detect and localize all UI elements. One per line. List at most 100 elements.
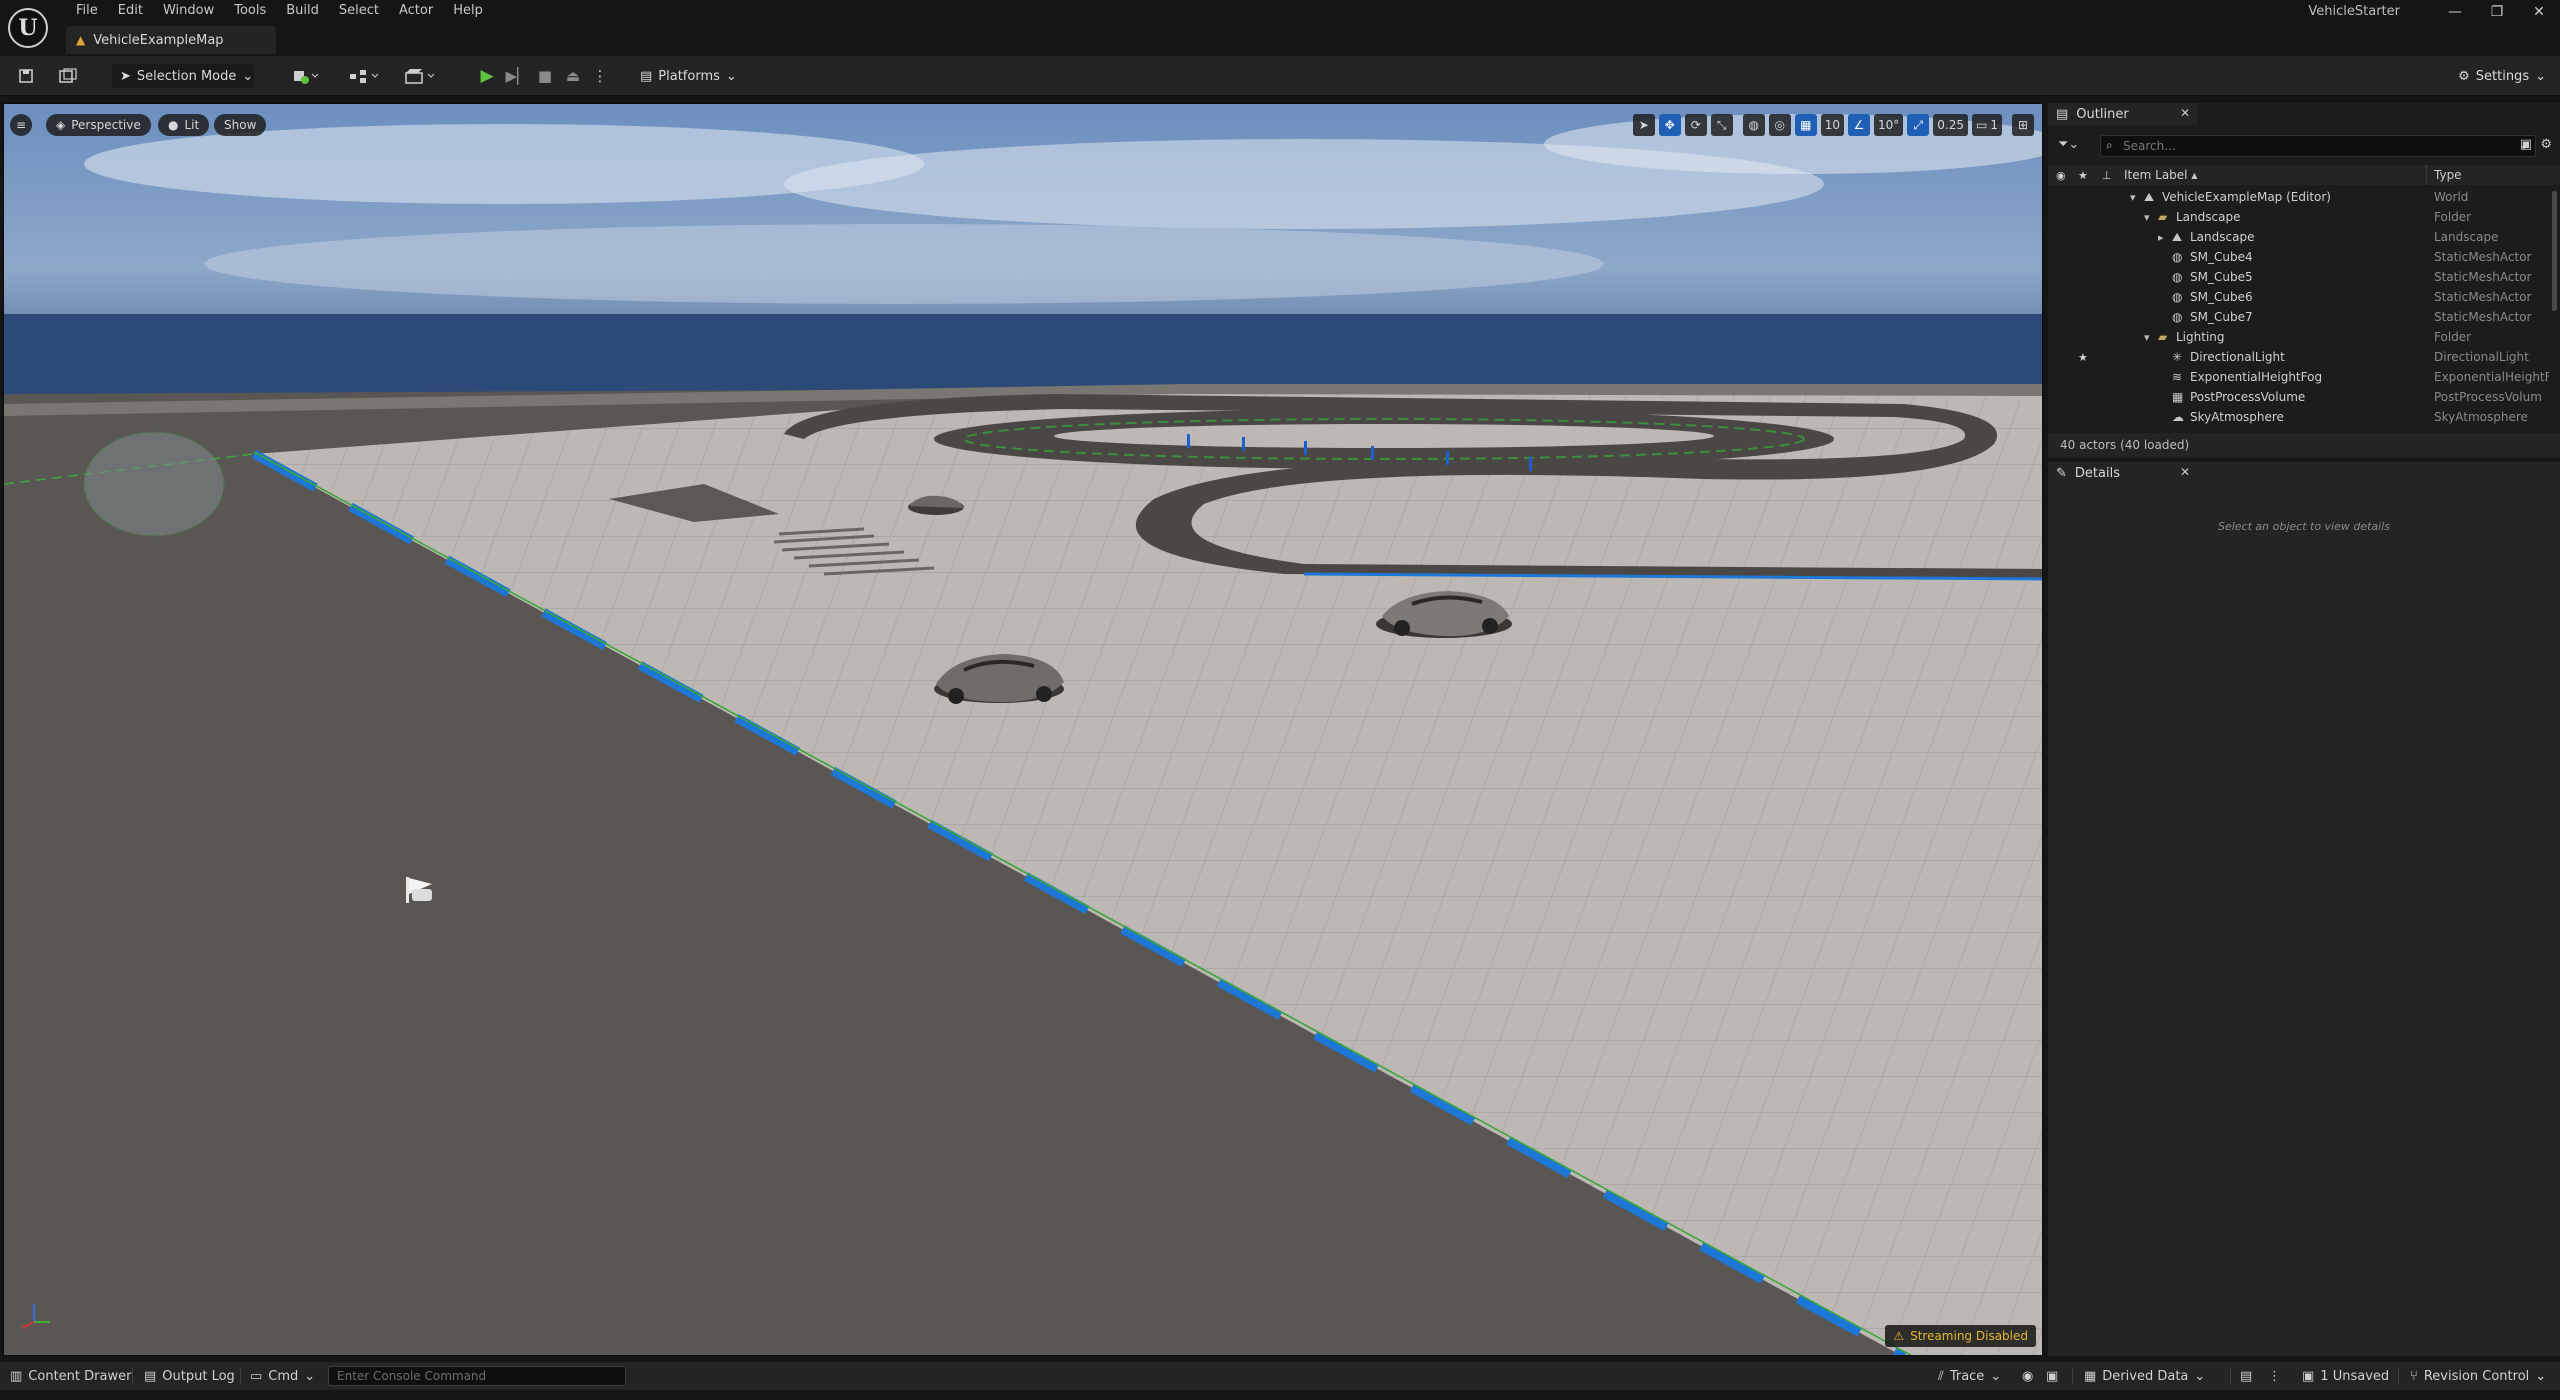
add-folder-icon[interactable]: ▣ bbox=[2520, 137, 2532, 152]
filter-icon[interactable]: ⏷⌄ bbox=[2058, 137, 2079, 152]
warning-icon: ⚠ bbox=[1893, 1329, 1905, 1343]
viewport-options-button[interactable]: ≡ bbox=[10, 114, 33, 136]
light-icon: ✳ bbox=[2172, 350, 2183, 364]
menu-tools[interactable]: Tools bbox=[224, 0, 276, 22]
outliner-row[interactable]: ≋ ExponentialHeightFog ExponentialHeightFo bbox=[2048, 367, 2560, 387]
eject-button[interactable]: ⏏ bbox=[560, 64, 586, 88]
outliner-row[interactable]: ◍ SM_Cube5 StaticMeshActor bbox=[2048, 267, 2560, 287]
show-button[interactable]: Show bbox=[214, 114, 267, 136]
camera-speed-button[interactable]: ▭ 1 bbox=[1972, 114, 2002, 136]
platforms-dropdown[interactable]: ▤ Platforms ⌄ bbox=[640, 64, 737, 88]
outliner-row[interactable]: ★ ✳ DirectionalLight DirectionalLight bbox=[2048, 347, 2560, 367]
outliner-row[interactable]: ▾ ▰ Lighting Folder bbox=[2048, 327, 2560, 347]
star-icon[interactable]: ★ bbox=[2078, 169, 2088, 182]
chevron-down-icon: ⌄ bbox=[304, 1368, 316, 1384]
cmd-dropdown[interactable]: ▭ Cmd ⌄ bbox=[250, 1366, 315, 1386]
selection-mode-dropdown[interactable]: ➤ Selection Mode ⌄ bbox=[112, 64, 254, 88]
play-options-icon[interactable]: ⋮ bbox=[590, 64, 610, 88]
details-tab[interactable]: ✎ Details ✕ bbox=[2048, 462, 2198, 484]
close-icon[interactable]: ✕ bbox=[2180, 465, 2190, 479]
outliner-row[interactable]: ◍ SM_Cube4 StaticMeshActor bbox=[2048, 247, 2560, 267]
pin-icon[interactable]: ⊥ bbox=[2102, 169, 2112, 182]
save-icon[interactable] bbox=[14, 64, 38, 88]
menu-edit[interactable]: Edit bbox=[108, 0, 153, 22]
notifications-icon[interactable]: ▤ bbox=[2240, 1366, 2252, 1386]
outliner-tab[interactable]: ▤ Outliner ✕ bbox=[2048, 103, 2198, 125]
restore-button[interactable]: ❐ bbox=[2476, 0, 2518, 24]
scale-tool-icon[interactable]: ⤡ bbox=[1710, 114, 1733, 136]
outliner-row[interactable]: ▾ ⛰ VehicleExampleMap (Editor) World bbox=[2048, 187, 2560, 207]
select-tool-icon[interactable]: ➤ bbox=[1632, 114, 1655, 136]
outliner-row[interactable]: ☁ SkyAtmosphere SkyAtmosphere bbox=[2048, 407, 2560, 427]
derived-data-dropdown[interactable]: ▦ Derived Data ⌄ bbox=[2084, 1366, 2205, 1386]
chevron-down-icon: ⌄ bbox=[2535, 1368, 2547, 1384]
rotation-snap-value[interactable]: 10° bbox=[1874, 114, 1904, 136]
revision-control-dropdown[interactable]: ⑂ Revision Control ⌄ bbox=[2410, 1366, 2546, 1386]
chevron-down-icon: ⌄ bbox=[242, 68, 254, 84]
menu-build[interactable]: Build bbox=[276, 0, 329, 22]
scale-snap-value[interactable]: 0.25 bbox=[1933, 114, 1969, 136]
output-log-button[interactable]: ▤ Output Log bbox=[144, 1366, 235, 1386]
play-button[interactable]: ▶ bbox=[474, 64, 500, 88]
expand-arrow-down-icon[interactable]: ▾ bbox=[2130, 191, 2136, 204]
outliner-row-label: SM_Cube5 bbox=[2190, 270, 2253, 284]
unsaved-button[interactable]: ▣ 1 Unsaved bbox=[2302, 1366, 2389, 1386]
title-bar: U File Edit Window Tools Build Select Ac… bbox=[0, 0, 2560, 56]
trace-dropdown[interactable]: ⫽ Trace ⌄ bbox=[1938, 1366, 2001, 1386]
perspective-button[interactable]: ◈ Perspective bbox=[46, 114, 151, 136]
expand-arrow-right-icon[interactable]: ▸ bbox=[2158, 231, 2164, 244]
content-drawer-button[interactable]: ▥ Content Drawer bbox=[10, 1366, 131, 1386]
col-item-label[interactable]: Item Label ▴ bbox=[2124, 168, 2197, 182]
level-viewport[interactable]: ≡ ◈ Perspective ● Lit Show ➤ ✥ ⟳ ⤡ ◍ ◎ ▦… bbox=[3, 103, 2043, 1356]
surface-snap-icon[interactable]: ◎ bbox=[1768, 114, 1791, 136]
document-tab[interactable]: ▲ VehicleExampleMap bbox=[66, 26, 276, 54]
outliner-row[interactable]: ▸ ⛰ Landscape Landscape bbox=[2048, 227, 2560, 247]
cinematics-icon[interactable] bbox=[400, 64, 440, 88]
blueprint-icon[interactable] bbox=[344, 64, 384, 88]
world-space-icon[interactable]: ◍ bbox=[1742, 114, 1765, 136]
minimize-button[interactable]: — bbox=[2434, 0, 2476, 24]
outliner-row[interactable]: ▾ ▰ Landscape Folder bbox=[2048, 207, 2560, 227]
expand-arrow-down-icon[interactable]: ▾ bbox=[2144, 211, 2150, 224]
advance-frame-button[interactable]: ▶▏ bbox=[504, 64, 530, 88]
col-type[interactable]: Type bbox=[2434, 168, 2462, 182]
rotation-snap-toggle[interactable]: ∠ bbox=[1848, 114, 1871, 136]
static-mesh-icon: ◍ bbox=[2172, 310, 2183, 324]
outliner-settings-icon[interactable]: ⚙ bbox=[2540, 137, 2552, 152]
outliner-row-type: PostProcessVolum bbox=[2434, 390, 2542, 404]
outliner-row[interactable]: ◍ SM_Cube6 StaticMeshActor bbox=[2048, 287, 2560, 307]
record-icon[interactable]: ◉ bbox=[2022, 1366, 2033, 1386]
screenshot-icon[interactable]: ▣ bbox=[2046, 1366, 2058, 1386]
stop-button[interactable]: ■ bbox=[532, 64, 558, 88]
expand-arrow-down-icon[interactable]: ▾ bbox=[2144, 331, 2150, 344]
pinned-star-icon[interactable]: ★ bbox=[2078, 351, 2088, 364]
outliner-scrollbar[interactable] bbox=[2552, 191, 2557, 311]
rotate-tool-icon[interactable]: ⟳ bbox=[1684, 114, 1707, 136]
add-actor-icon[interactable] bbox=[288, 64, 324, 88]
settings-dropdown[interactable]: ⚙ Settings ⌄ bbox=[2458, 64, 2546, 88]
menu-window[interactable]: Window bbox=[153, 0, 224, 22]
unreal-logo-icon[interactable]: U bbox=[8, 8, 48, 48]
visibility-eye-icon[interactable]: ◉ bbox=[2056, 169, 2066, 182]
outliner-row[interactable]: ▦ PostProcessVolume PostProcessVolum bbox=[2048, 387, 2560, 407]
selection-arrow-icon: ➤ bbox=[120, 68, 131, 84]
close-icon[interactable]: ✕ bbox=[2180, 106, 2190, 120]
viewport-layout-icon[interactable]: ⊞ bbox=[2012, 114, 2034, 136]
menu-file[interactable]: File bbox=[66, 0, 108, 22]
log-icon: ▤ bbox=[144, 1368, 157, 1384]
close-window-button[interactable]: ✕ bbox=[2518, 0, 2560, 24]
outliner-search-input[interactable]: ⌕ Search... ⌄ bbox=[2100, 135, 2536, 157]
menu-select[interactable]: Select bbox=[329, 0, 389, 22]
lit-button[interactable]: ● Lit bbox=[158, 114, 210, 136]
grid-snap-toggle[interactable]: ▦ bbox=[1794, 114, 1817, 136]
outliner-row[interactable]: ◍ SM_Cube7 StaticMeshActor bbox=[2048, 307, 2560, 327]
grid-snap-value[interactable]: 10 bbox=[1820, 114, 1845, 136]
outliner-row-label: SkyAtmosphere bbox=[2190, 410, 2284, 424]
menu-actor[interactable]: Actor bbox=[389, 0, 443, 22]
browse-content-icon[interactable] bbox=[56, 64, 80, 88]
menu-help[interactable]: Help bbox=[443, 0, 493, 22]
console-command-input[interactable]: Enter Console Command bbox=[328, 1366, 626, 1386]
translate-tool-icon[interactable]: ✥ bbox=[1658, 114, 1681, 136]
scale-snap-toggle[interactable]: ⤢ bbox=[1907, 114, 1930, 136]
more-icon[interactable]: ⋮ bbox=[2268, 1366, 2281, 1386]
